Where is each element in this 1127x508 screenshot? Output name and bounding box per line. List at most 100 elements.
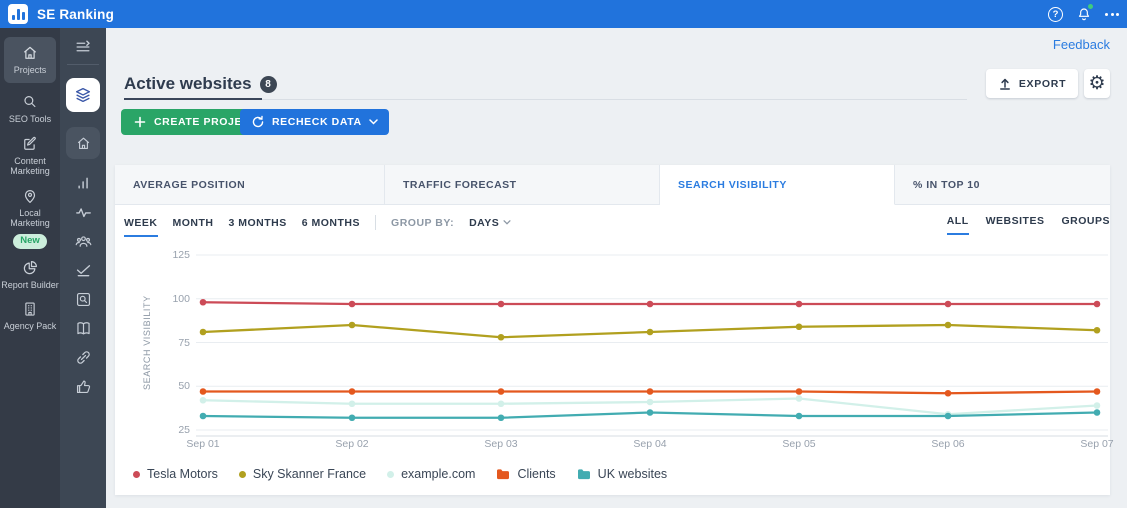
se-ranking-app: SE Ranking ? Projects SEO Tools Content … bbox=[0, 0, 1127, 508]
data-point[interactable] bbox=[795, 395, 803, 402]
sidebar-item-traffic-analytics[interactable] bbox=[74, 203, 93, 222]
settings-gear-icon[interactable]: ⚙ bbox=[1084, 69, 1110, 98]
legend-label: Tesla Motors bbox=[147, 467, 218, 481]
sidebar-item-label: Content Marketing bbox=[10, 155, 50, 177]
series-dot-icon bbox=[387, 470, 395, 478]
data-point[interactable] bbox=[1093, 388, 1101, 395]
data-point[interactable] bbox=[348, 414, 356, 422]
data-point[interactable] bbox=[646, 409, 654, 416]
data-point[interactable] bbox=[646, 388, 654, 395]
data-point[interactable] bbox=[1093, 300, 1101, 308]
data-point[interactable] bbox=[199, 412, 207, 420]
sidebar-item-competitors[interactable] bbox=[74, 232, 93, 251]
data-point[interactable] bbox=[348, 388, 356, 395]
tab-traffic-forecast[interactable]: TRAFFIC FORECAST bbox=[385, 165, 660, 205]
title-underline-track bbox=[262, 99, 967, 100]
data-point[interactable] bbox=[795, 300, 803, 308]
data-point[interactable] bbox=[1093, 326, 1101, 334]
data-point[interactable] bbox=[1093, 409, 1101, 416]
data-point[interactable] bbox=[795, 323, 803, 331]
data-point[interactable] bbox=[1093, 402, 1101, 409]
legend-item[interactable]: Tesla Motors bbox=[133, 467, 218, 481]
data-point[interactable] bbox=[199, 298, 207, 306]
building-icon bbox=[25, 302, 35, 316]
group-by-label: GROUP BY: bbox=[391, 216, 455, 229]
data-point[interactable] bbox=[199, 396, 207, 404]
feedback-link[interactable]: Feedback bbox=[1053, 37, 1110, 52]
sidebar-item-local-marketing[interactable]: Local Marketing New bbox=[1, 187, 59, 249]
data-point[interactable] bbox=[348, 400, 356, 408]
group-by-select[interactable]: DAYS bbox=[469, 217, 511, 229]
data-point[interactable] bbox=[944, 412, 952, 420]
sidebar-item-content-guide[interactable] bbox=[74, 319, 93, 338]
data-point[interactable] bbox=[646, 300, 654, 308]
sidebar-item-projects[interactable]: Projects bbox=[4, 37, 56, 83]
period-month[interactable]: MONTH bbox=[173, 217, 214, 229]
data-point[interactable] bbox=[348, 321, 356, 329]
x-axis-labels: Sep 01 Sep 02 Sep 03 Sep 04 Sep 05 Sep 06 Sep … bbox=[186, 438, 1113, 452]
recheck-data-button[interactable]: RECHECK DATA bbox=[240, 109, 389, 135]
data-point[interactable] bbox=[944, 300, 952, 308]
data-point[interactable] bbox=[795, 412, 803, 420]
page-title-text: Active websites bbox=[124, 74, 252, 93]
data-point[interactable] bbox=[497, 333, 505, 341]
series-dot-icon bbox=[238, 470, 246, 478]
secondary-sidebar bbox=[60, 28, 106, 508]
scope-websites[interactable]: WEBSITES bbox=[986, 215, 1045, 227]
period-filter: WEEK MONTH 3 MONTHS 6 MONTHS GROUP BY: D… bbox=[124, 215, 511, 237]
tab-average-position[interactable]: AVERAGE POSITION bbox=[115, 165, 385, 205]
data-point[interactable] bbox=[199, 328, 207, 336]
help-icon[interactable]: ? bbox=[1048, 6, 1063, 22]
notifications-bell-icon[interactable] bbox=[1076, 4, 1093, 22]
sidebar-item-projects-dashboard[interactable] bbox=[66, 78, 100, 112]
tab-search-visibility[interactable]: SEARCH VISIBILITY bbox=[660, 165, 895, 205]
legend-item[interactable]: UK websites bbox=[577, 467, 667, 481]
export-label: EXPORT bbox=[1018, 77, 1067, 90]
export-button[interactable]: EXPORT bbox=[986, 69, 1078, 98]
link-icon bbox=[76, 351, 90, 364]
legend-item[interactable]: Clients bbox=[496, 467, 556, 481]
data-point[interactable] bbox=[497, 414, 505, 422]
gear-glyph: ⚙ bbox=[1088, 73, 1106, 94]
data-point[interactable] bbox=[497, 300, 505, 308]
sidebar-item-overview[interactable] bbox=[66, 127, 100, 159]
scope-filter: ALL WEBSITES GROUPS bbox=[946, 215, 1110, 235]
data-point[interactable] bbox=[497, 400, 505, 408]
period-3-months[interactable]: 3 MONTHS bbox=[229, 217, 287, 229]
sidebar-item-rankings[interactable] bbox=[74, 174, 93, 193]
se-ranking-logo-icon[interactable] bbox=[8, 4, 28, 24]
data-point[interactable] bbox=[646, 328, 654, 336]
help-glyph: ? bbox=[1052, 8, 1059, 20]
data-point[interactable] bbox=[795, 388, 803, 395]
more-menu-icon[interactable] bbox=[1105, 9, 1119, 20]
tab-percent-in-top-10[interactable]: % IN TOP 10 bbox=[895, 165, 1110, 205]
sidebar-item-seo-tools[interactable]: SEO Tools bbox=[1, 93, 59, 125]
scope-all[interactable]: ALL bbox=[946, 215, 969, 235]
folder-icon bbox=[577, 469, 590, 480]
scope-groups[interactable]: GROUPS bbox=[1061, 215, 1110, 227]
data-point[interactable] bbox=[646, 398, 654, 406]
sidebar-item-backlinks[interactable] bbox=[74, 348, 93, 367]
folder-icon bbox=[497, 469, 510, 480]
new-badge: New bbox=[13, 233, 47, 249]
sidebar-item-agency-pack[interactable]: Agency Pack bbox=[1, 300, 59, 332]
sidebar-item-report-builder[interactable]: Report Builder bbox=[1, 259, 59, 291]
data-point[interactable] bbox=[497, 388, 505, 395]
sidebar-item-label: Agency Pack bbox=[3, 321, 57, 331]
data-point[interactable] bbox=[944, 389, 952, 397]
x-axis-label: Sep 04 bbox=[633, 438, 667, 450]
legend-item[interactable]: Sky Skanner France bbox=[238, 467, 366, 481]
sidebar-item-site-audit[interactable] bbox=[74, 290, 93, 309]
period-6-months[interactable]: 6 MONTHS bbox=[302, 217, 360, 229]
data-point[interactable] bbox=[199, 388, 207, 395]
sidebar-item-social-media[interactable] bbox=[74, 377, 93, 396]
period-week[interactable]: WEEK bbox=[124, 217, 158, 237]
collapse-sidebar-icon[interactable] bbox=[73, 37, 93, 57]
data-point[interactable] bbox=[348, 300, 356, 308]
filter-divider bbox=[375, 215, 377, 230]
sidebar-item-keyword-checker[interactable] bbox=[74, 261, 93, 280]
legend-item[interactable]: example.com bbox=[387, 467, 475, 481]
data-point[interactable] bbox=[944, 321, 952, 329]
sidebar-item-content-marketing[interactable]: Content Marketing bbox=[1, 135, 59, 177]
sidebar-item-label: Projects bbox=[13, 65, 47, 76]
